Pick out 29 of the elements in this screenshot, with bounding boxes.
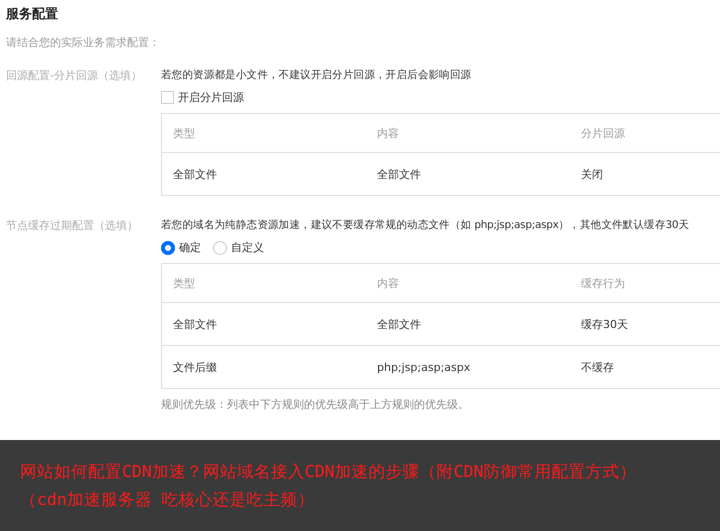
hint-text: 若您的资源都是小文件，不建议开启分片回源，开启后会影响回源 xyxy=(161,68,472,82)
column-header: 分片回源 xyxy=(580,126,626,140)
checkbox-label[interactable]: 开启分片回源 xyxy=(178,90,244,105)
radio-label[interactable]: 自定义 xyxy=(231,240,264,255)
table-cell-text: 全部文件 xyxy=(376,166,422,182)
table-cell-text: 缓存30天 xyxy=(580,316,629,332)
table-cell-text: 全部文件 xyxy=(376,316,422,332)
column-header: 内容 xyxy=(376,126,400,140)
table-cell-text: php;jsp;asp;aspx xyxy=(376,360,472,374)
note-text: 规则优先级：列表中下方规则的优先级高于上方规则的优先级。 xyxy=(161,397,470,412)
hint-text: 若您的域名为纯静态资源加速，建议不要缓存常规的动态文件（如 php;jsp;asp;aspx），其他文件默认缓存30天 xyxy=(161,218,690,232)
column-header: 缓存行为 xyxy=(580,276,626,290)
table-cell-text: 关闭 xyxy=(580,166,604,182)
table-cell-text: 文件后缀 xyxy=(172,360,218,374)
section-title: 服务配置 xyxy=(4,6,59,23)
field-label: 回源配置-分片回源（选填） xyxy=(5,68,143,84)
column-header: 类型 xyxy=(172,276,196,290)
column-header: 类型 xyxy=(172,126,196,140)
field-label: 节点缓存过期配置（选填） xyxy=(5,218,139,234)
table-cell-text: 全部文件 xyxy=(172,316,218,332)
table-cell-text: 全部文件 xyxy=(172,166,218,182)
instruction-text: 请结合您的实际业务需求配置： xyxy=(5,35,161,50)
radio-button[interactable] xyxy=(213,240,227,254)
radio-button[interactable] xyxy=(161,240,175,254)
radio-label[interactable]: 确定 xyxy=(179,240,201,255)
table-cell-text: 不缓存 xyxy=(580,360,615,374)
checkbox[interactable] xyxy=(161,91,174,104)
column-header: 内容 xyxy=(376,276,400,290)
caption-text: 网站如何配置CDN加速？网站域名接入CDN加速的步骤（附CDN防御常用配置方式）（cdn加速服务器 吃核心还是吃主频） xyxy=(20,461,638,511)
